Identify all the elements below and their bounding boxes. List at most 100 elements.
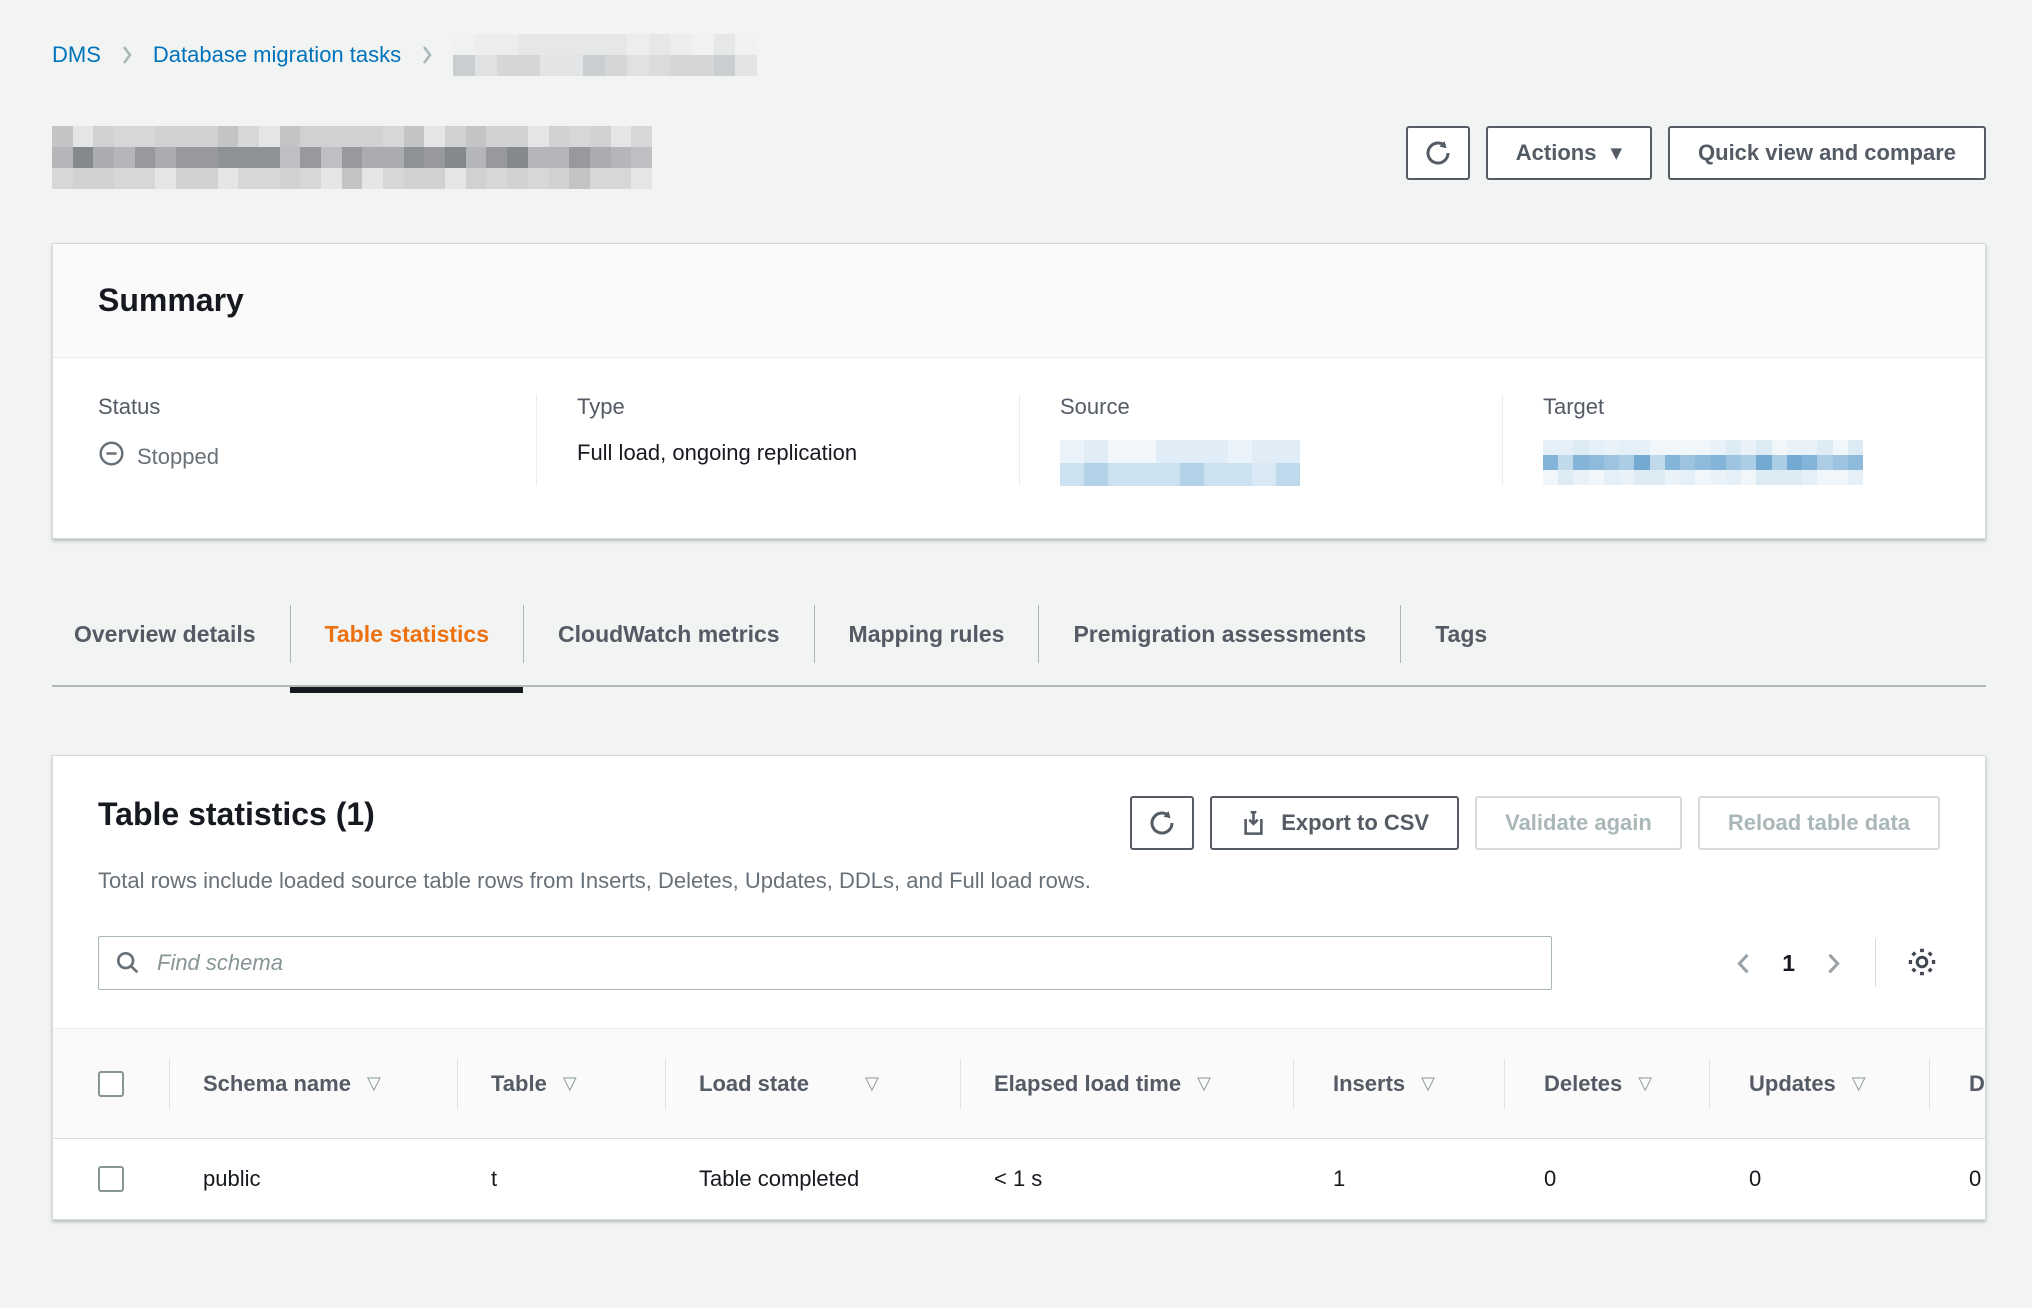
- export-to-csv-label: Export to CSV: [1281, 810, 1429, 836]
- summary-grid: Status Stopped Type Full load, ongoing r…: [53, 358, 1985, 538]
- search-icon: [114, 949, 142, 982]
- table-statistics-card: Table statistics (1) Export to CSV: [52, 755, 1986, 1220]
- tab-tags[interactable]: Tags: [1400, 605, 1521, 663]
- table-settings-button[interactable]: [1904, 944, 1940, 983]
- column-header-ddls-truncated[interactable]: D: [1929, 1029, 1985, 1138]
- reload-table-data-button[interactable]: Reload table data: [1698, 796, 1940, 850]
- refresh-icon: [1147, 808, 1177, 838]
- breadcrumb-link-dms[interactable]: DMS: [52, 42, 101, 68]
- sort-icon[interactable]: ▽: [865, 1073, 879, 1094]
- cell-updates: 0: [1709, 1139, 1929, 1219]
- reload-table-data-label: Reload table data: [1728, 810, 1910, 836]
- page-content: DMS Database migration tasks Actions ▼ Q…: [52, 34, 1986, 1220]
- cell-inserts: 1: [1293, 1139, 1504, 1219]
- tab-premigration-assessments[interactable]: Premigration assessments: [1038, 605, 1400, 663]
- sort-icon[interactable]: ▽: [1852, 1073, 1866, 1094]
- column-label: Elapsed load time: [994, 1071, 1181, 1097]
- export-to-csv-button[interactable]: Export to CSV: [1210, 796, 1459, 850]
- breadcrumb-current-redacted: [453, 34, 757, 76]
- source-label: Source: [1060, 394, 1482, 420]
- cell-ddls: 0: [1929, 1139, 1985, 1219]
- column-label: Inserts: [1333, 1071, 1405, 1097]
- page-number-button[interactable]: 1: [1782, 950, 1795, 977]
- select-all-checkbox[interactable]: [98, 1071, 124, 1097]
- column-header-load-state[interactable]: Load state ▽: [665, 1029, 960, 1138]
- summary-card-header: Summary: [53, 244, 1985, 358]
- column-label: Table: [491, 1071, 547, 1097]
- column-label: D: [1969, 1071, 1985, 1097]
- tab-overview-details[interactable]: Overview details: [52, 605, 290, 663]
- tab-cloudwatch-metrics[interactable]: CloudWatch metrics: [523, 605, 814, 663]
- pager-divider: [1875, 939, 1876, 987]
- type-label: Type: [577, 394, 999, 420]
- target-label: Target: [1543, 394, 1965, 420]
- table-header-row: Schema name ▽ Table ▽ Load state ▽ Elaps…: [53, 1029, 1985, 1139]
- validate-again-button[interactable]: Validate again: [1475, 796, 1682, 850]
- find-schema-input[interactable]: [98, 936, 1552, 990]
- tab-mapping-rules[interactable]: Mapping rules: [814, 605, 1039, 663]
- refresh-button[interactable]: [1406, 126, 1470, 180]
- summary-status-column: Status Stopped: [53, 394, 536, 486]
- column-label: Deletes: [1544, 1071, 1622, 1097]
- summary-source-column: Source: [1019, 394, 1502, 486]
- column-label: Schema name: [203, 1071, 351, 1097]
- column-header-updates[interactable]: Updates ▽: [1709, 1029, 1929, 1138]
- previous-page-button[interactable]: [1730, 949, 1758, 977]
- type-value: Full load, ongoing replication: [577, 440, 999, 466]
- table-statistics-table: Schema name ▽ Table ▽ Load state ▽ Elaps…: [53, 1028, 1985, 1219]
- table-statistics-header: Table statistics (1) Export to CSV: [98, 796, 1940, 850]
- cell-elapsed-load-time: < 1 s: [960, 1139, 1293, 1219]
- summary-card: Summary Status Stopped Type Full load, o…: [52, 243, 1986, 539]
- target-endpoint-link-redacted[interactable]: [1543, 440, 1863, 485]
- column-header-table[interactable]: Table ▽: [457, 1029, 665, 1138]
- breadcrumb-link-migration-tasks[interactable]: Database migration tasks: [153, 42, 401, 68]
- chevron-right-icon: [415, 43, 439, 67]
- tab-table-statistics[interactable]: Table statistics: [290, 605, 523, 663]
- breadcrumb: DMS Database migration tasks: [52, 34, 1986, 76]
- sort-icon[interactable]: ▽: [1421, 1073, 1435, 1094]
- quick-view-compare-label: Quick view and compare: [1698, 140, 1956, 166]
- column-header-schema-name[interactable]: Schema name ▽: [169, 1029, 457, 1138]
- column-header-elapsed-load-time[interactable]: Elapsed load time ▽: [960, 1029, 1293, 1138]
- summary-title: Summary: [98, 282, 1940, 319]
- summary-type-column: Type Full load, ongoing replication: [536, 394, 1019, 486]
- task-name-redacted: [52, 126, 652, 189]
- refresh-icon: [1423, 138, 1453, 168]
- quick-view-compare-button[interactable]: Quick view and compare: [1668, 126, 1986, 180]
- select-row-checkbox[interactable]: [98, 1166, 124, 1192]
- table-statistics-actions: Export to CSV Validate again Reload tabl…: [1130, 796, 1940, 850]
- sort-icon[interactable]: ▽: [1197, 1073, 1211, 1094]
- table-toolbar: 1: [98, 936, 1940, 990]
- sort-icon[interactable]: ▽: [1638, 1073, 1652, 1094]
- gear-icon: [1904, 944, 1940, 983]
- status-value: Stopped: [137, 444, 219, 470]
- cell-load-state: Table completed: [665, 1139, 960, 1219]
- table-statistics-title: Table statistics (1): [98, 796, 375, 833]
- source-endpoint-link-redacted[interactable]: [1060, 440, 1300, 486]
- caret-down-icon: ▼: [1610, 144, 1622, 162]
- next-page-button[interactable]: [1819, 949, 1847, 977]
- table-refresh-button[interactable]: [1130, 796, 1194, 850]
- stopped-status-icon: [98, 440, 125, 473]
- sort-icon[interactable]: ▽: [367, 1073, 381, 1094]
- cell-table: t: [457, 1139, 665, 1219]
- column-label: Load state: [699, 1071, 809, 1097]
- column-header-deletes[interactable]: Deletes ▽: [1504, 1029, 1709, 1138]
- cell-schema-name: public: [169, 1139, 457, 1219]
- chevron-right-icon: [115, 43, 139, 67]
- column-header-inserts[interactable]: Inserts ▽: [1293, 1029, 1504, 1138]
- actions-button[interactable]: Actions ▼: [1486, 126, 1652, 180]
- summary-target-column: Target: [1502, 394, 1985, 486]
- table-row: public t Table completed < 1 s 1 0 0 0: [53, 1139, 1985, 1219]
- detail-tabs: Overview details Table statistics CloudW…: [52, 605, 1986, 687]
- header-actions: Actions ▼ Quick view and compare: [1406, 126, 1986, 180]
- table-statistics-description: Total rows include loaded source table r…: [98, 868, 1940, 894]
- download-icon: [1240, 810, 1267, 837]
- column-label: Updates: [1749, 1071, 1836, 1097]
- cell-deletes: 0: [1504, 1139, 1709, 1219]
- sort-icon[interactable]: ▽: [563, 1073, 577, 1094]
- validate-again-label: Validate again: [1505, 810, 1652, 836]
- status-label: Status: [98, 394, 516, 420]
- page-header: Actions ▼ Quick view and compare: [52, 126, 1986, 189]
- actions-button-label: Actions: [1516, 140, 1597, 166]
